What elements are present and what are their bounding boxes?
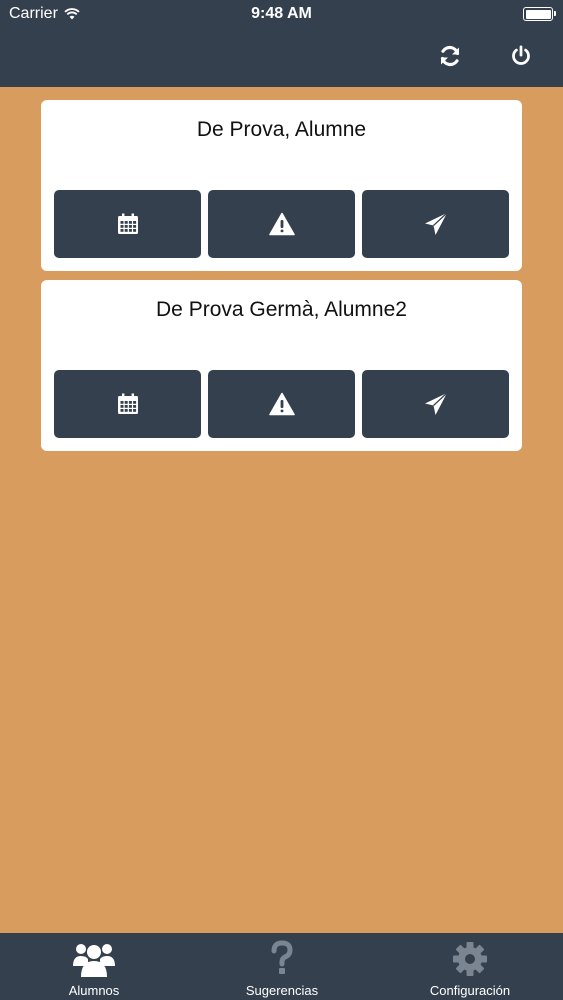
tab-icon-wrap — [188, 939, 376, 979]
tab-alumnos[interactable]: Alumnos — [0, 933, 188, 1000]
calendar-icon — [117, 213, 138, 234]
tab-icon-wrap — [0, 939, 188, 979]
logout-button[interactable] — [505, 40, 537, 72]
gear-icon — [453, 942, 487, 976]
warning-icon — [268, 212, 295, 236]
tab-label: Alumnos — [68, 983, 120, 998]
warning-button[interactable] — [208, 190, 355, 258]
question-icon — [271, 940, 293, 974]
calendar-icon — [117, 393, 138, 414]
users-icon — [73, 944, 115, 977]
student-actions — [54, 370, 509, 438]
send-icon — [424, 392, 447, 415]
tab-configuracion[interactable]: Configuración — [376, 933, 563, 1000]
student-card: De Prova, Alumne — [41, 100, 522, 271]
student-actions — [54, 190, 509, 258]
status-bar: Carrier 9:48 AM — [0, 0, 563, 30]
send-button[interactable] — [362, 190, 509, 258]
calendar-button[interactable] — [54, 370, 201, 438]
student-card: De Prova Germà, Alumne2 — [41, 280, 522, 451]
student-name: De Prova Germà, Alumne2 — [156, 298, 407, 321]
tab-label: Sugerencias — [245, 983, 319, 998]
power-icon — [512, 45, 530, 65]
bottom-tab-bar: Alumnos Sugerencias Configuración — [0, 933, 563, 1000]
tab-sugerencias[interactable]: Sugerencias — [188, 933, 376, 1000]
status-time: 9:48 AM — [251, 5, 312, 22]
tab-label: Configuración — [429, 983, 511, 998]
calendar-button[interactable] — [54, 190, 201, 258]
warning-button[interactable] — [208, 370, 355, 438]
student-name: De Prova, Alumne — [196, 118, 367, 141]
battery-icon — [523, 7, 556, 21]
send-button[interactable] — [362, 370, 509, 438]
warning-icon — [268, 392, 295, 416]
tab-icon-wrap — [376, 939, 563, 979]
refresh-icon — [440, 45, 460, 67]
refresh-button[interactable] — [434, 40, 466, 72]
send-icon — [424, 212, 447, 235]
top-navigation-bar: Carrier 9:48 AM — [0, 0, 563, 87]
